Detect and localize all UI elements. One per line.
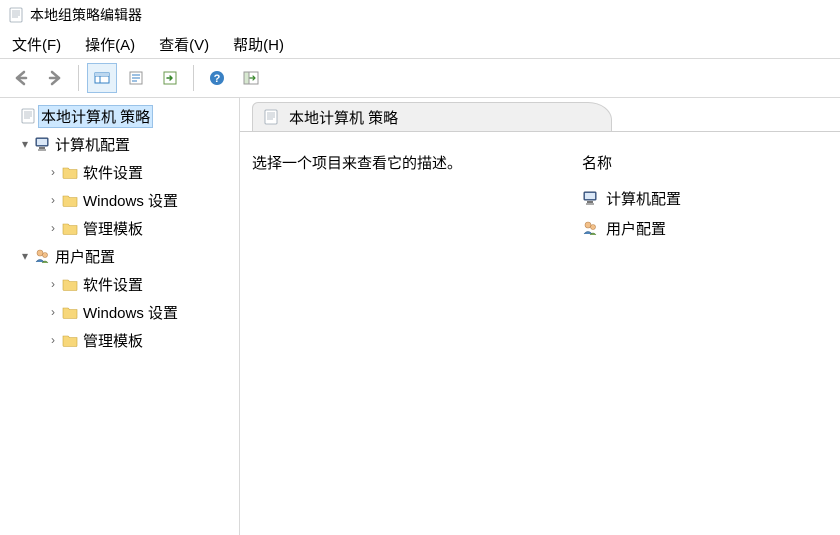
tree-user-windows-settings[interactable]: › Windows 设置 — [0, 298, 239, 326]
list-item-user-config[interactable]: 用户配置 — [582, 213, 810, 243]
user-icon — [582, 220, 598, 236]
app-icon — [8, 7, 24, 23]
tree-label: 软件设置 — [80, 161, 146, 184]
description-column: 选择一个项目来查看它的描述。 — [252, 152, 582, 535]
tree-label: 用户配置 — [52, 245, 118, 268]
tree-label: 计算机配置 — [52, 133, 133, 156]
details-header-title: 本地计算机 策略 — [289, 107, 398, 128]
folder-icon — [60, 219, 80, 237]
toolbar-separator — [193, 65, 194, 91]
tree-label: 软件设置 — [80, 273, 146, 296]
export-button[interactable] — [155, 63, 185, 93]
details-tab[interactable]: 本地计算机 策略 — [252, 102, 612, 132]
tree-user-software-settings[interactable]: › 软件设置 — [0, 270, 239, 298]
tree-computer-config[interactable]: ▾ 计算机配置 — [0, 130, 239, 158]
title-bar: 本地组策略编辑器 — [0, 0, 840, 30]
menu-help[interactable]: 帮助(H) — [233, 34, 284, 55]
tree-pane[interactable]: 本地计算机 策略 ▾ 计算机配置 › 软件设置 › Windows 设置 › 管… — [0, 98, 240, 535]
chevron-down-icon[interactable]: ▾ — [18, 249, 32, 263]
folder-icon — [60, 303, 80, 321]
details-body: 选择一个项目来查看它的描述。 名称 计算机配置 用户配置 — [240, 131, 840, 535]
folder-icon — [60, 191, 80, 209]
chevron-down-icon[interactable]: ▾ — [18, 137, 32, 151]
tree-user-admin-templates[interactable]: › 管理模板 — [0, 326, 239, 354]
chevron-right-icon[interactable]: › — [46, 221, 60, 235]
policy-icon — [263, 109, 279, 125]
computer-icon — [32, 135, 52, 153]
tree-windows-settings[interactable]: › Windows 设置 — [0, 186, 239, 214]
tree-user-config[interactable]: ▾ 用户配置 — [0, 242, 239, 270]
tree-label: 管理模板 — [80, 329, 146, 352]
folder-icon — [60, 275, 80, 293]
list-item-label: 计算机配置 — [606, 188, 681, 209]
menu-file[interactable]: 文件(F) — [12, 34, 61, 55]
tree-software-settings[interactable]: › 软件设置 — [0, 158, 239, 186]
list-column: 名称 计算机配置 用户配置 — [582, 152, 810, 535]
toolbar-separator — [78, 65, 79, 91]
column-header-name[interactable]: 名称 — [582, 152, 810, 173]
toolbar — [0, 58, 840, 98]
back-button[interactable] — [6, 63, 36, 93]
properties-button[interactable] — [121, 63, 151, 93]
user-icon — [32, 247, 52, 265]
tree-admin-templates[interactable]: › 管理模板 — [0, 214, 239, 242]
tree-root[interactable]: 本地计算机 策略 — [0, 102, 239, 130]
computer-icon — [582, 190, 598, 206]
description-prompt: 选择一个项目来查看它的描述。 — [252, 155, 462, 172]
show-hide-button[interactable] — [236, 63, 266, 93]
menu-view[interactable]: 查看(V) — [159, 34, 209, 55]
chevron-right-icon[interactable]: › — [46, 277, 60, 291]
chevron-right-icon[interactable]: › — [46, 193, 60, 207]
tree-label: Windows 设置 — [80, 301, 181, 324]
list-item-label: 用户配置 — [606, 218, 666, 239]
policy-icon — [18, 107, 38, 125]
list-item-computer-config[interactable]: 计算机配置 — [582, 183, 810, 213]
help-button[interactable] — [202, 63, 232, 93]
chevron-right-icon[interactable]: › — [46, 333, 60, 347]
folder-icon — [60, 163, 80, 181]
window-title: 本地组策略编辑器 — [30, 5, 142, 25]
tree-label: 管理模板 — [80, 217, 146, 240]
menu-action[interactable]: 操作(A) — [85, 34, 135, 55]
forward-button[interactable] — [40, 63, 70, 93]
details-view-button[interactable] — [87, 63, 117, 93]
tree-label: Windows 设置 — [80, 189, 181, 212]
folder-icon — [60, 331, 80, 349]
menu-bar: 文件(F) 操作(A) 查看(V) 帮助(H) — [0, 30, 840, 58]
chevron-right-icon[interactable]: › — [46, 305, 60, 319]
tree-root-label: 本地计算机 策略 — [38, 105, 153, 128]
main-area: 本地计算机 策略 ▾ 计算机配置 › 软件设置 › Windows 设置 › 管… — [0, 98, 840, 535]
details-pane: 本地计算机 策略 选择一个项目来查看它的描述。 名称 计算机配置 用户配置 — [240, 98, 840, 535]
chevron-right-icon[interactable]: › — [46, 165, 60, 179]
details-header: 本地计算机 策略 — [252, 102, 828, 132]
